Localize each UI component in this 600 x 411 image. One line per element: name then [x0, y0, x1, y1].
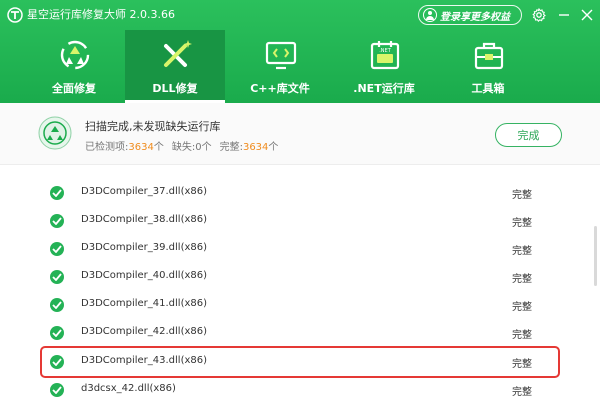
main-nav: 全面修复 DLL修复 C++库文件 .NET .NET运行库 工具箱: [0, 30, 600, 103]
missing-label: 缺失:: [171, 142, 196, 153]
complete-label: 完整:: [219, 142, 243, 153]
app-logo-icon: [7, 7, 23, 23]
tab-label: DLL修复: [152, 82, 198, 95]
recycle-icon: [60, 40, 90, 70]
tab-full-repair[interactable]: 全面修复: [24, 30, 124, 103]
tab-label: 全面修复: [52, 82, 96, 95]
detected-label: 已检测项:: [85, 142, 129, 153]
tab-net-runtime[interactable]: .NET .NET运行库: [334, 30, 434, 103]
tab-cpp-library[interactable]: C++库文件: [230, 30, 330, 103]
dll-tools-icon: [164, 40, 192, 67]
login-label: 登录享更多权益: [440, 11, 510, 23]
list-item[interactable]: D3DCompiler_40.dll(x86) 完整: [0, 263, 590, 291]
user-avatar-icon: [423, 8, 437, 22]
file-status: 完整: [512, 387, 532, 398]
scan-complete-icon: [38, 116, 72, 150]
toolbox-icon: [474, 42, 504, 70]
status-title: 扫描完成,未发现缺失运行库: [85, 120, 221, 133]
list-scrollbar[interactable]: [594, 226, 597, 286]
file-status: 完整: [512, 190, 532, 201]
file-name: D3DCompiler_37.dll(x86): [81, 186, 208, 197]
file-status: 完整: [512, 302, 532, 313]
check-icon: [50, 242, 64, 256]
close-icon[interactable]: [579, 7, 595, 23]
list-item[interactable]: D3DCompiler_39.dll(x86) 完整: [0, 235, 590, 263]
check-icon: [50, 270, 64, 284]
gear-icon[interactable]: [531, 7, 547, 23]
file-status: 完整: [512, 330, 532, 341]
file-status: 完整: [512, 246, 532, 257]
detected-unit: 个: [153, 142, 164, 153]
list-item[interactable]: D3DCompiler_42.dll(x86) 完整: [0, 319, 590, 347]
scan-stats: 已检测项:3634个 缺失:0个 完整:3634个: [85, 138, 278, 153]
file-status: 完整: [512, 274, 532, 285]
net-calendar-icon: .NET: [370, 41, 400, 70]
file-name: D3DCompiler_38.dll(x86): [81, 214, 208, 225]
file-name: D3DCompiler_42.dll(x86): [81, 326, 208, 337]
tab-label: .NET运行库: [353, 82, 415, 95]
list-item[interactable]: D3DCompiler_41.dll(x86) 完整: [0, 291, 590, 319]
highlight-box: [40, 346, 560, 378]
list-item[interactable]: d3dcsx_42.dll(x86) 完整: [0, 376, 590, 404]
file-status: 完整: [512, 218, 532, 229]
file-name: D3DCompiler_39.dll(x86): [81, 242, 208, 253]
check-icon: [50, 214, 64, 228]
minimize-icon[interactable]: [556, 7, 572, 23]
detected-count: 3634: [128, 142, 154, 153]
check-icon: [50, 326, 64, 340]
title-bar: 星空运行库修复大师 2.0.3.66 登录享更多权益: [0, 0, 600, 30]
file-name: d3dcsx_42.dll(x86): [81, 383, 176, 394]
file-name: D3DCompiler_40.dll(x86): [81, 270, 208, 281]
done-button[interactable]: 完成: [495, 123, 562, 147]
scan-status-panel: 扫描完成,未发现缺失运行库 已检测项:3634个 缺失:0个 完整:3634个 完成: [0, 103, 600, 165]
check-icon: [50, 383, 64, 397]
check-icon: [50, 298, 64, 312]
svg-text:.NET: .NET: [379, 48, 391, 54]
code-monitor-icon: [265, 41, 297, 70]
tab-label: C++库文件: [250, 82, 310, 95]
tab-toolbox[interactable]: 工具箱: [438, 30, 538, 103]
tab-dll-repair[interactable]: DLL修复: [125, 30, 225, 103]
missing-unit: 个: [201, 142, 212, 153]
complete-unit: 个: [268, 142, 279, 153]
app-header: 星空运行库修复大师 2.0.3.66 登录享更多权益 全面修复 DLL修复 C+…: [0, 0, 600, 103]
login-button[interactable]: 登录享更多权益: [418, 5, 522, 25]
list-item[interactable]: D3DCompiler_37.dll(x86) 完整: [0, 179, 590, 207]
complete-count: 3634: [242, 142, 269, 153]
tab-label: 工具箱: [471, 82, 505, 95]
app-title: 星空运行库修复大师 2.0.3.66: [27, 8, 175, 21]
file-name: D3DCompiler_41.dll(x86): [81, 298, 208, 309]
check-icon: [50, 186, 64, 200]
list-item[interactable]: D3DCompiler_38.dll(x86) 完整: [0, 207, 590, 235]
